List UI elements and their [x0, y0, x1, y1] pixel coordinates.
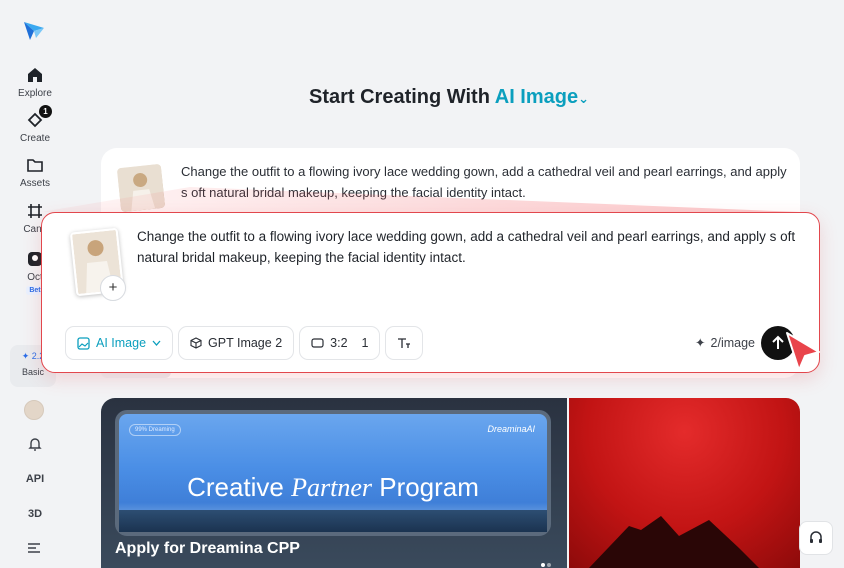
cube-icon: [190, 337, 202, 349]
app-logo-icon[interactable]: [22, 18, 46, 42]
text-style-button[interactable]: [385, 326, 424, 360]
page-title: Start Creating With AI Image⌄: [0, 86, 844, 109]
chevron-down-icon: [152, 340, 161, 346]
folder-icon: [27, 159, 43, 172]
promo-banner-red[interactable]: [569, 398, 800, 568]
brand-logo: DreaminaAI: [487, 424, 535, 434]
prompt-input[interactable]: Change the outfit to a flowing ivory lac…: [137, 226, 797, 268]
ratio-label: 3:2: [330, 336, 348, 350]
banner-water-art: [119, 510, 547, 532]
text-size-icon: [398, 337, 411, 348]
pointer-cursor-icon: [786, 332, 820, 371]
model-select[interactable]: GPT Image 2: [178, 326, 295, 360]
cost-label: 2/image: [710, 335, 755, 350]
menu-icon[interactable]: [27, 542, 41, 554]
mode-select-label: AI Image: [96, 336, 147, 350]
cost-indicator: ✦ 2/image: [695, 335, 755, 351]
image-count: 1: [361, 336, 369, 350]
api-link[interactable]: API: [0, 473, 70, 485]
sparkle-icon: ✦: [21, 351, 30, 361]
support-button[interactable]: [799, 521, 833, 555]
image-icon: [77, 336, 90, 350]
mountain-art-icon: [589, 516, 759, 568]
promo-banner-cpp[interactable]: 99% Dreaming DreaminaAI Creative Partner…: [101, 398, 567, 568]
aspect-ratio-icon: [311, 338, 324, 348]
ratio-select[interactable]: 3:2 1: [299, 326, 381, 360]
canvas-icon: [28, 204, 42, 218]
sparkle-icon: ✦: [695, 336, 706, 350]
carousel-dots[interactable]: [539, 554, 551, 568]
mode-switcher[interactable]: AI Image: [495, 86, 578, 108]
banner-title: Creative Partner Program: [187, 472, 479, 502]
chevron-down-icon[interactable]: ⌄: [578, 91, 589, 106]
history-thumbnail[interactable]: [116, 163, 166, 213]
avatar[interactable]: [24, 400, 44, 420]
headset-icon: [810, 531, 822, 543]
mode-select[interactable]: AI Image: [65, 326, 174, 360]
history-prompt: Change the outfit to a flowing ivory lac…: [181, 164, 787, 200]
photo-icon: [116, 163, 166, 213]
bell-icon[interactable]: [27, 436, 43, 452]
title-prefix: Start Creating With: [308, 86, 490, 108]
prompt-composer: + Change the outfit to a flowing ivory l…: [41, 212, 820, 373]
sidebar-item-create[interactable]: 1 Create: [0, 105, 70, 145]
sidebar-item-assets[interactable]: Assets: [0, 156, 70, 190]
banner-screen-art: 99% Dreaming DreaminaAI Creative Partner…: [115, 410, 551, 536]
banner-tag: 99% Dreaming: [129, 424, 181, 436]
banner-cta[interactable]: Apply for Dreamina CPP: [115, 540, 300, 558]
composer-toolbar: AI Image GPT Image 2 3:2 1: [65, 326, 424, 360]
add-reference-button[interactable]: +: [100, 275, 126, 301]
sidebar-item-label: Assets: [19, 178, 50, 189]
3d-link[interactable]: 3D: [0, 508, 70, 520]
sidebar-item-label: Create: [19, 133, 50, 144]
home-icon: [28, 68, 42, 82]
model-select-label: GPT Image 2: [208, 336, 283, 350]
